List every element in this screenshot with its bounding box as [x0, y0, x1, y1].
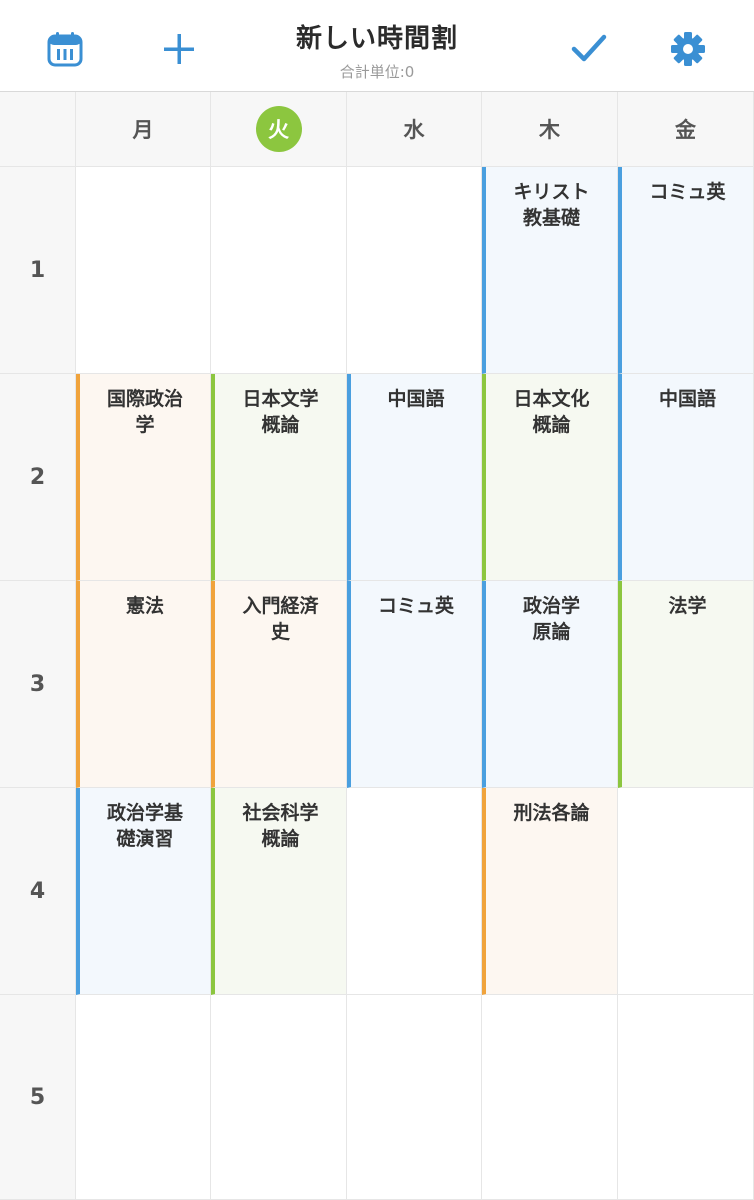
period-label: 5 — [0, 995, 76, 1200]
course-name: コミュ英 — [649, 181, 726, 203]
course-name: 社会科学 概論 — [242, 802, 319, 850]
calendar-icon[interactable] — [44, 28, 86, 70]
day-header: 水 — [347, 92, 482, 167]
course-name: 日本文学 概論 — [242, 388, 319, 436]
top-bar: 新しい時間割 合計単位:0 — [0, 0, 754, 92]
course-name: 政治学基 礎演習 — [106, 802, 183, 850]
course-cell[interactable]: 政治学基 礎演習 — [76, 788, 211, 995]
period-label: 1 — [0, 167, 76, 374]
course-cell[interactable]: キリスト 教基礎 — [482, 167, 618, 374]
course-cell[interactable]: 日本文化 概論 — [482, 374, 618, 581]
day-header: 金 — [618, 92, 754, 167]
plus-icon[interactable] — [158, 28, 200, 70]
course-cell[interactable]: 社会科学 概論 — [211, 788, 347, 995]
empty-slot[interactable] — [211, 167, 347, 374]
course-name: 日本文化 概論 — [513, 388, 590, 436]
title-area: 新しい時間割 合計単位:0 — [0, 18, 754, 82]
empty-slot[interactable] — [482, 995, 618, 1200]
grid-corner — [0, 92, 76, 167]
course-name: 刑法各論 — [513, 802, 590, 824]
course-name: 中国語 — [658, 388, 716, 410]
total-credits: 合計単位:0 — [339, 63, 415, 81]
today-badge: 火 — [255, 106, 302, 152]
checkmark-icon[interactable] — [568, 28, 610, 70]
empty-slot[interactable] — [347, 995, 482, 1200]
course-name: 法学 — [668, 595, 707, 617]
period-label: 3 — [0, 581, 76, 788]
day-header: 月 — [76, 92, 211, 167]
course-cell[interactable]: 中国語 — [347, 374, 482, 581]
course-name: 入門経済 史 — [242, 595, 319, 643]
course-cell[interactable]: 日本文学 概論 — [211, 374, 347, 581]
course-cell[interactable]: 刑法各論 — [482, 788, 618, 995]
empty-slot[interactable] — [76, 167, 211, 374]
course-name: 中国語 — [387, 388, 445, 410]
empty-slot[interactable] — [618, 788, 754, 995]
course-name: 憲法 — [125, 595, 164, 617]
course-name: 政治学 原論 — [522, 595, 580, 643]
course-name: キリスト 教基礎 — [513, 181, 590, 229]
empty-slot[interactable] — [211, 995, 347, 1200]
course-cell[interactable]: 法学 — [618, 581, 754, 788]
period-label: 2 — [0, 374, 76, 581]
course-name: コミュ英 — [377, 595, 454, 617]
course-cell[interactable]: 国際政治 学 — [76, 374, 211, 581]
gear-icon[interactable] — [667, 28, 709, 70]
day-header: 木 — [482, 92, 618, 167]
period-label: 4 — [0, 788, 76, 995]
course-cell[interactable]: 中国語 — [618, 374, 754, 581]
empty-slot[interactable] — [347, 788, 482, 995]
course-cell[interactable]: 入門経済 史 — [211, 581, 347, 788]
empty-slot[interactable] — [618, 995, 754, 1200]
empty-slot[interactable] — [347, 167, 482, 374]
course-cell[interactable]: 政治学 原論 — [482, 581, 618, 788]
day-header: 火 — [211, 92, 347, 167]
empty-slot[interactable] — [76, 995, 211, 1200]
timetable-grid: 月火水木金 1 2 3 4 5 キリスト 教基礎 コミュ英 国際政治 学日本文学 概論 中国語 日本… — [0, 92, 754, 1200]
course-cell[interactable]: コミュ英 — [347, 581, 482, 788]
page-title: 新しい時間割 — [295, 24, 458, 54]
course-name: 国際政治 学 — [106, 388, 183, 436]
course-cell[interactable]: 憲法 — [76, 581, 211, 788]
course-cell[interactable]: コミュ英 — [618, 167, 754, 374]
